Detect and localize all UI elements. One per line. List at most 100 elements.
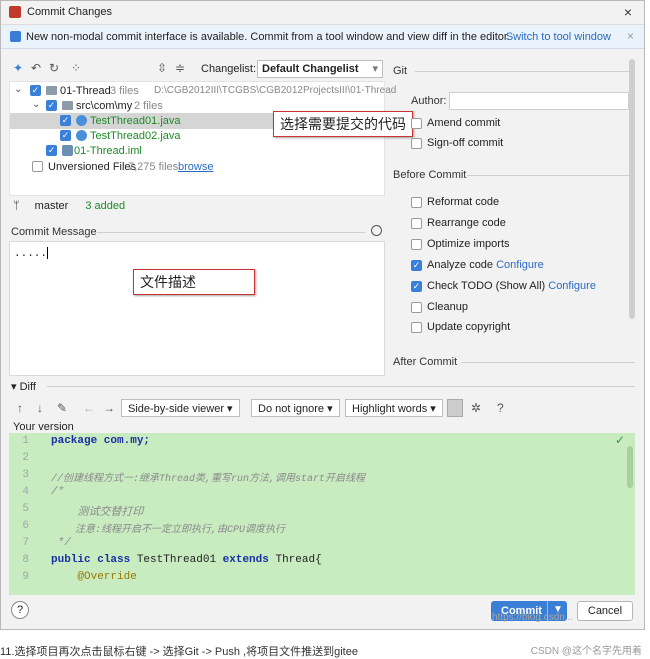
annotation-description: 文件描述 [133,269,255,295]
code-line: 1 package com.my; ✓ [22,434,625,448]
refresh-icon[interactable]: ↻ [49,61,59,75]
folder-icon [62,101,73,110]
git-section-label: Git [393,65,408,77]
commit-message-text: ..... [14,247,49,260]
changelist-select[interactable]: Default Changelist ▾ [257,60,383,78]
ignore-select[interactable]: Do not ignore ▾ [251,399,340,417]
tree-row-unversioned[interactable]: Unversioned Files 7,275 files browse [10,159,384,175]
arrow-right-icon[interactable]: → [103,401,115,415]
edit-icon[interactable]: ✎ [57,401,67,415]
diff-code-view[interactable]: 1 package com.my; ✓ 2 3//创建线程方式一:继承Thread类… [9,433,635,595]
chevron-down-icon[interactable]: ⌄ [32,99,40,110]
banner-text: New non-modal commit interface is availa… [26,31,511,43]
author-input[interactable] [449,92,629,110]
option-label: Check TODO (Show All) Configure [427,280,596,292]
commit-message-label: Commit Message [11,226,97,238]
signoff-label: Sign-off commit [427,137,504,149]
diff-header[interactable]: ▾ Diff [11,380,36,393]
refresh-changes-icon[interactable]: ✦ [13,61,23,75]
checkbox-unversioned[interactable] [32,161,43,172]
branch-icon: ᛘ [13,200,20,212]
option-checkbox[interactable]: ✓ [411,281,422,292]
arrow-down-icon[interactable]: ↓ [37,401,43,415]
options-scrollbar[interactable] [629,59,635,319]
unversioned-count: 7,275 files [128,161,179,173]
arrow-up-icon[interactable]: ↑ [17,401,23,415]
highlight-select[interactable]: Highlight words ▾ [345,399,443,417]
option-checkbox[interactable] [411,239,422,250]
module-file-icon [62,145,73,156]
cancel-button[interactable]: Cancel [577,601,633,621]
amend-label: Amend commit [427,117,501,129]
chevron-down-icon[interactable]: ▾ [11,381,17,393]
window-title: Commit Changes [27,6,112,18]
viewer-value: Side-by-side viewer [128,403,224,415]
checkbox-project[interactable]: ✓ [30,85,41,96]
checkbox-file[interactable]: ✓ [46,145,57,156]
after-commit-label: After Commit [393,356,458,368]
branch-status: ᛘ master 3 added [13,200,125,212]
switch-tool-window-link[interactable]: Switch to tool window [506,31,611,43]
option-label: Optimize imports [427,238,510,250]
java-class-icon [76,130,87,141]
signoff-checkbox[interactable] [411,138,422,149]
before-commit-label: Before Commit [393,169,467,181]
viewer-select[interactable]: Side-by-side viewer ▾ [121,399,240,417]
group-by-icon[interactable]: ⁘ [71,61,81,75]
changelist-value: Default Changelist [262,63,359,75]
arrow-left-icon[interactable]: ← [83,401,95,415]
commit-history-clock-icon[interactable] [371,225,382,236]
commit-message-input[interactable]: ..... [9,241,385,376]
close-icon[interactable]: × [624,4,632,20]
option-checkbox[interactable] [411,218,422,229]
option-checkbox[interactable]: ✓ [411,260,422,271]
lock-icon[interactable] [447,399,463,417]
rollback-icon[interactable]: ↶ [31,61,41,75]
diff-label: Diff [19,381,36,393]
checkbox-folder[interactable]: ✓ [46,100,57,111]
code-scrollbar[interactable] [627,446,633,488]
changes-tree: ⌄ ✓ 01-Thread 3 files D:\CGB2012III\TCGB… [9,81,396,196]
tree-row-file[interactable]: ✓ 01-Thread.iml [10,143,384,159]
tree-row-project[interactable]: ⌄ ✓ 01-Thread 3 files D:\CGB2012III\TCGB… [10,83,396,99]
code-line: 4/* [22,486,65,498]
option-label: Reformat code [427,196,500,208]
browse-link[interactable]: browse [178,161,213,173]
divider [97,232,365,233]
option-label: Update copyright [427,321,511,333]
file-name: TestThread02.java [90,130,181,142]
git-options-panel: Git Author: Amend commit Sign-off commit… [387,57,635,373]
checkbox-file[interactable]: ✓ [60,130,71,141]
branch-name[interactable]: master [35,200,69,212]
chevron-down-icon: ▾ [430,403,436,415]
collapse-all-icon[interactable]: ≑ [175,61,185,75]
folder-file-count: 2 files [134,100,163,112]
settings-gear-icon[interactable]: ✲ [471,401,481,415]
expand-all-icon[interactable]: ⇳ [157,61,167,75]
amend-checkbox[interactable] [411,118,422,129]
configure-link[interactable]: Configure [548,280,596,292]
divider [467,175,635,176]
divider [461,362,635,363]
project-path: D:\CGB2012III\TCGBS\CGB2012ProjectsIII\0… [154,85,397,96]
folder-name: src\com\my [76,100,133,112]
code-line: 2 [22,452,29,464]
configure-link[interactable]: Configure [496,259,544,271]
help-button[interactable]: ? [11,601,29,619]
changes-toolbar: ✦ ↶ ↻ ⁘ ⇳ ≑ Changelist: Default Changeli… [9,59,385,79]
code-line: 6 注意:线程开启不一定立即执行,由CPU调度执行 [22,520,286,536]
option-checkbox[interactable] [411,322,422,333]
added-count: 3 added [85,200,126,212]
checkbox-file[interactable]: ✓ [60,115,71,126]
option-checkbox[interactable] [411,197,422,208]
file-name: TestThread01.java [90,115,181,127]
app-icon [9,6,21,18]
changelist-label: Changelist: [201,63,257,75]
highlight-value: Highlight words [352,403,428,415]
option-checkbox[interactable] [411,302,422,313]
commit-changes-dialog: Commit Changes × New non-modal commit in… [0,0,645,630]
banner-close-icon[interactable]: × [627,29,634,43]
diff-toolbar: ↑ ↓ ✎ ← → Side-by-side viewer ▾ Do not i… [15,399,615,419]
chevron-down-icon[interactable]: ⌄ [14,84,22,95]
diff-help-icon[interactable]: ? [497,401,504,415]
